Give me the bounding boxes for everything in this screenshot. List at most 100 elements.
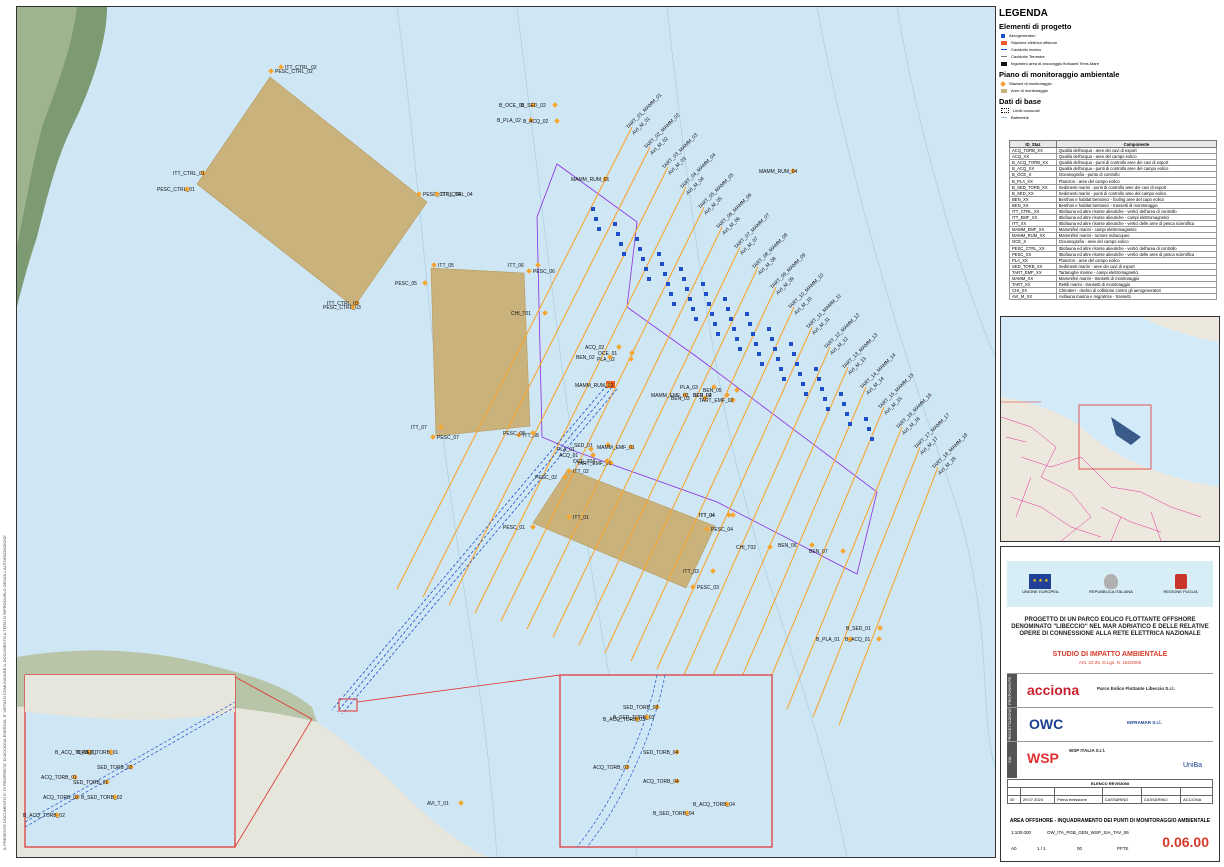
study-title: STUDIO DI IMPATTO AMBIENTALE <box>1052 651 1168 658</box>
station-label: B_SED_02 <box>521 103 546 109</box>
area-vertex-label: ITT_08 <box>523 433 539 439</box>
legend-item-label: Batimetrie <box>1011 115 1030 120</box>
area-vertex-label: PESC_05 <box>395 281 417 287</box>
fishing-area-west <box>430 267 531 437</box>
proponent-side-label: PROPONENTE <box>1007 674 1017 708</box>
component-table: ID_Staz Componente ACQ_TORB_XX Qualità de… <box>1009 140 1218 301</box>
table-cell: Avifauna marina e migratrice - transetti <box>1055 293 1218 301</box>
drawing-title: AREA OFFSHORE - INQUADRAMENTO DEI PUNTI … <box>1009 818 1211 824</box>
station-label: CHI_T02 <box>736 545 756 551</box>
turbine-marker <box>591 207 595 211</box>
area-vertex-label: ITT_CTRL_04 <box>441 192 473 198</box>
turbine-marker <box>795 362 799 366</box>
area-vertex-label: PESC_CTRL_01 <box>157 187 195 193</box>
table-cell: Ittiofauna ed altre risorse alieutiche -… <box>1055 220 1218 228</box>
turbine-marker <box>613 222 617 226</box>
turbine-marker <box>716 332 720 336</box>
legend-item: Cavidotto marino <box>1001 46 1219 53</box>
area-vertex-label: PESC_03 <box>697 585 719 591</box>
turbine-marker <box>842 402 846 406</box>
legend-sections: Elementi di progetto Aerogeneratori Stazio… <box>997 22 1219 121</box>
station-label: ACQ_TORB_02 <box>43 795 79 801</box>
turbine-marker <box>647 277 651 281</box>
turbine-marker <box>638 247 642 251</box>
acciona-logo: acciona <box>1027 682 1080 698</box>
turbine-marker <box>823 397 827 401</box>
station-label: B_SED_TORB_02 <box>81 795 123 801</box>
area-vertex-label: ITT_CTRL_01 <box>173 171 205 177</box>
station-label: MAMM_RUM_04 <box>759 169 798 175</box>
puglia-emblem: REGIONE PUGLIA <box>1163 574 1198 594</box>
legend-item-label: Cavidotto Terrestre <box>1011 54 1045 59</box>
sheet-count: 1 / 1 <box>1037 846 1046 851</box>
turbine-marker <box>619 242 623 246</box>
station-label: B_SED_01 <box>846 626 871 632</box>
area-vertex-label: ITT_05 <box>438 263 454 269</box>
legend-item: Stazione elettrica offshore <box>1001 39 1219 46</box>
turbine-marker <box>622 252 626 256</box>
station-label: B_ACQ_01 <box>845 637 871 643</box>
turbine-marker <box>864 417 868 421</box>
rev-description: Prima emissione <box>1054 795 1103 804</box>
area-vertex-label: ITT_04 <box>699 513 715 519</box>
area-vertex-label: PESC_07 <box>437 435 459 441</box>
legend-swatch <box>1001 117 1007 118</box>
legend-section-title: Dati di base <box>999 97 1042 106</box>
turbine-marker <box>691 307 695 311</box>
turbine-marker <box>726 307 730 311</box>
area-vertex-label: PESC_06 <box>533 269 555 275</box>
station-label: B_SED_TORB_04 <box>653 811 695 817</box>
legend-item: Ingombro area di ancoraggio fluttuanti T… <box>1001 60 1219 67</box>
station-label: AVI_T_01 <box>427 801 449 807</box>
turbine-marker <box>732 327 736 331</box>
turbine-marker <box>848 422 852 426</box>
station-label: ACQ_TORB_04 <box>643 779 679 785</box>
area-vertex-label: ITT_02 <box>573 469 589 475</box>
legend-swatch <box>1001 40 1007 45</box>
main-map[interactable]: B_OCE_01 B_SED_02 B_PLA_02 B_ACQ_02 MAMM_RUM… <box>16 6 996 858</box>
turbine-marker <box>867 427 871 431</box>
station-label: B_ACQ_02 <box>523 119 549 125</box>
station-label: MAMM_RUM_02 <box>575 383 614 389</box>
turbine-marker <box>754 342 758 346</box>
rev-drawn: CASSARINO <box>1101 795 1142 804</box>
turbine-marker <box>798 372 802 376</box>
legend-item-label: Ingombro area di ancoraggio fluttuanti T… <box>1011 61 1099 66</box>
turbine-marker <box>735 337 739 341</box>
legend-item: Stazioni di monitoraggio <box>1000 80 1219 87</box>
designer-company: INFRAMAR S.r.l. <box>1127 720 1162 725</box>
station-label: SED_TORB_03 <box>623 705 658 711</box>
turbine-marker <box>594 217 598 221</box>
legend-swatch <box>1001 61 1007 66</box>
proponent-company: Parco Eolico Flottante Libeccio S.r.l. <box>1097 686 1175 691</box>
turbine-marker <box>657 252 661 256</box>
area-vertex-label: ITT_03 <box>683 569 699 575</box>
station-label: B_SED_TORB_03 <box>613 715 655 721</box>
station-label: BEN_06 <box>778 543 797 549</box>
turbine-marker <box>748 322 752 326</box>
eu-logo: UNIONE EUROPEA <box>1022 574 1059 594</box>
rev-number: 00 <box>1007 795 1021 804</box>
legend-item-label: Limiti comunali <box>1013 108 1040 113</box>
format-value: A0 <box>1011 846 1017 851</box>
table-header-id: ID_Staz <box>1009 140 1057 148</box>
area-vertex-label: PESC_01 <box>503 525 525 531</box>
project-title: PROGETTO DI UN PARCO EOLICO FLOTTANTE OF… <box>1011 617 1209 637</box>
sia-row: SIA WSP WSP ITALIA S.r.l. UniBa <box>1007 741 1213 778</box>
turbine-marker <box>845 412 849 416</box>
wsp-logo: WSP <box>1027 750 1059 766</box>
turbine-marker <box>679 267 683 271</box>
station-label: B_PLA_01 <box>816 637 840 643</box>
turbine-marker <box>776 357 780 361</box>
rev-date: 29.07.2024 <box>1019 795 1056 804</box>
station-label: B_ACQ_TORB_02 <box>23 813 65 819</box>
sia-side-label: SIA <box>1007 742 1017 778</box>
turbine-marker <box>789 342 793 346</box>
legend-title: LEGENDA <box>999 8 1048 19</box>
revision-header: ELENCO REVISIONI <box>1007 779 1213 788</box>
station-label: MAMM_EMF_02 <box>651 393 689 399</box>
location-inset-map[interactable] <box>1000 316 1220 542</box>
station-label: B_SED_TORB_01 <box>77 750 119 756</box>
legend-section-title: Piano di monitoraggio ambientale <box>999 70 1120 79</box>
turbine-marker <box>820 387 824 391</box>
